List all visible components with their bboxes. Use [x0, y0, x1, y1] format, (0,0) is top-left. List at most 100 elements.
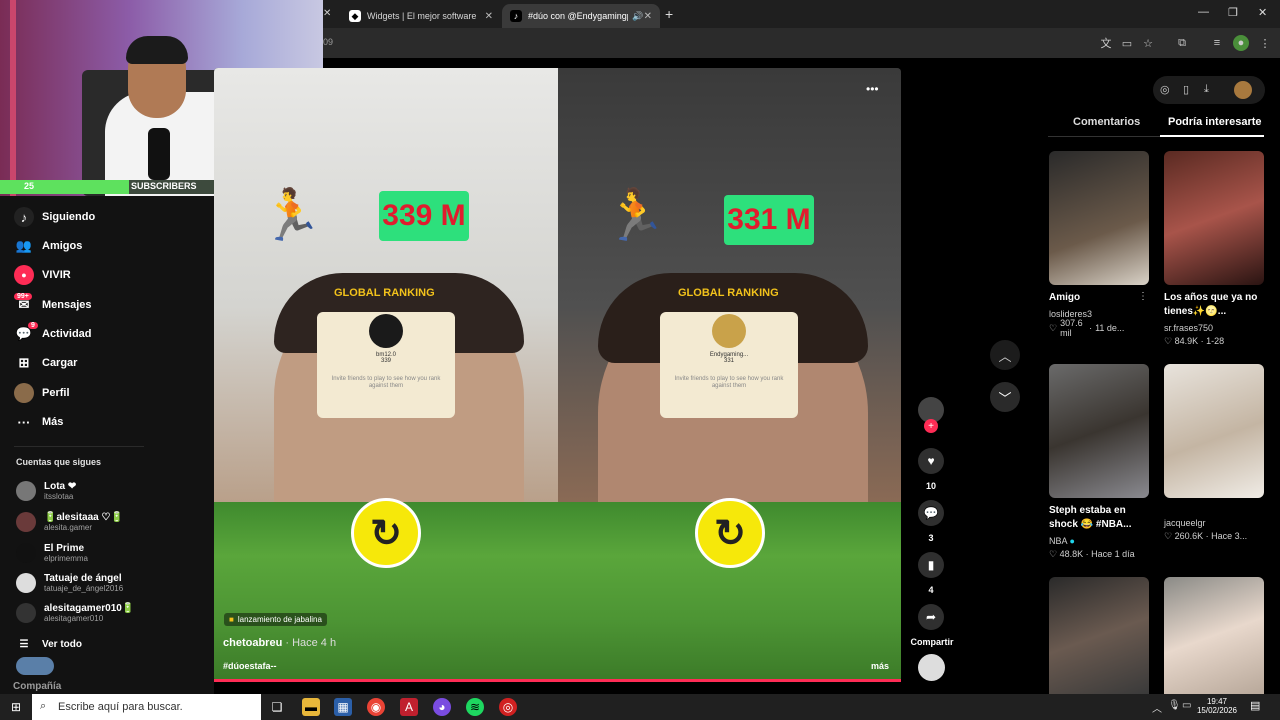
sidebar-item-friends[interactable]: 👥 Amigos: [14, 234, 82, 258]
taskbar-search-input[interactable]: ⌕ Escribe aquí para buscar.: [32, 694, 261, 720]
sound-disc-icon[interactable]: [918, 654, 945, 681]
followed-account[interactable]: Tatuaje de ángel tatuaje_de_ángel2016: [16, 569, 123, 597]
menu-dots-icon[interactable]: ⋮: [1257, 35, 1273, 51]
suggested-title[interactable]: Los años que ya no tienes✨🌝...: [1164, 291, 1264, 319]
tab-close-button[interactable]: ✕: [644, 11, 652, 22]
upload-icon: ⊞: [18, 355, 30, 370]
followed-account[interactable]: El Prime elprimemma: [16, 539, 88, 567]
file-explorer-icon[interactable]: ▬: [302, 698, 320, 716]
sidebar-item-more[interactable]: ··· Más: [14, 410, 64, 434]
sidebar-item-label: Más: [42, 416, 64, 428]
comment-icon[interactable]: 💬: [918, 500, 944, 526]
next-video-button[interactable]: ﹀: [990, 382, 1020, 412]
sidebar-item-following[interactable]: ♪ Siguiendo: [14, 205, 95, 229]
suggested-thumbnail[interactable]: [1049, 364, 1149, 498]
tab-tiktok[interactable]: ♪ #dúo con @Endygamingpr 🔊 ✕: [502, 4, 660, 28]
sidebar-item-profile[interactable]: Perfil: [14, 381, 70, 405]
minimize-button[interactable]: —: [1198, 6, 1209, 18]
speaker-icon[interactable]: 🔊: [632, 11, 643, 22]
share-icon[interactable]: ➦: [918, 604, 944, 630]
suggested-thumbnail[interactable]: [1164, 364, 1264, 498]
video-menu-icon[interactable]: •••: [866, 82, 879, 96]
effect-tag[interactable]: ■ lanzamiento de jabalina: [224, 613, 327, 626]
suggested-thumbnail[interactable]: [1049, 577, 1149, 694]
bookmark-star-icon[interactable]: ☆: [1140, 35, 1156, 51]
suggested-title[interactable]: Amigo: [1049, 291, 1149, 305]
download-icon[interactable]: ⤓: [1204, 83, 1209, 96]
sidebar-item-live[interactable]: ● VIVIR: [14, 263, 71, 287]
tab-widgets[interactable]: ◆ Widgets | El mejor software pa ✕: [341, 4, 501, 28]
javelin-thrower-icon: 🏃: [260, 187, 323, 243]
followed-account[interactable]: Lota ❤ itsslotaa: [16, 477, 76, 505]
sidebar-item-upload[interactable]: ⊞ Cargar: [14, 351, 78, 375]
suggested-author[interactable]: sr.frases750: [1164, 323, 1274, 333]
suggested-author[interactable]: NBA ●: [1049, 536, 1159, 546]
task-view-icon[interactable]: ❏: [268, 698, 286, 716]
options-icon[interactable]: ⋮: [1138, 291, 1148, 302]
followed-account[interactable]: 🔋alesitaaa ♡🔋 alesita.gamer: [16, 508, 123, 536]
tab-comments[interactable]: Comentarios: [1073, 116, 1140, 128]
chrome-icon[interactable]: ◉: [367, 698, 385, 716]
media-control-icon[interactable]: ≡: [1209, 35, 1225, 51]
translate-icon[interactable]: 文: [1098, 35, 1114, 51]
active-tab-indicator: [1160, 135, 1264, 137]
video-progress-bar[interactable]: [214, 679, 901, 682]
views-count: 307.6 mil: [1060, 318, 1083, 338]
video-author[interactable]: chetoabreu · Hace 4 h: [223, 637, 336, 649]
bookmark-icon[interactable]: ▮: [918, 552, 944, 578]
like-icon[interactable]: ♥: [918, 448, 944, 474]
sidebar-item-activity[interactable]: 💬 Actividad: [14, 322, 92, 346]
suggested-author[interactable]: jacqueelgr: [1164, 518, 1274, 528]
heart-icon: ♡: [1049, 322, 1058, 333]
new-tab-button[interactable]: +: [665, 6, 673, 22]
post-time: · Hace 4 h: [282, 637, 337, 649]
microphone-icon[interactable]: 🎙: [1168, 700, 1181, 711]
restore-button[interactable]: ❐: [1228, 6, 1238, 19]
url-text: 09: [323, 37, 334, 47]
suggested-meta: ♡ 260.6K · Hace 3...: [1164, 531, 1248, 541]
sidebar-item-label: Actividad: [42, 328, 92, 340]
compass-icon[interactable]: ◎: [1160, 83, 1170, 96]
obs-icon[interactable]: ◎: [499, 698, 517, 716]
tray-chevron-icon[interactable]: ︿: [1152, 700, 1162, 715]
avatar: [712, 314, 746, 348]
windows-start-icon[interactable]: ⊞: [7, 698, 25, 716]
suggested-title[interactable]: Steph estaba en shock 😂 #NBA...: [1049, 504, 1149, 532]
suggested-thumbnail[interactable]: [1164, 577, 1264, 694]
ranking-card: Endygaming... 331 Invite friends to play…: [660, 312, 798, 418]
extensions-icon[interactable]: ⧉: [1174, 35, 1190, 51]
store-icon[interactable]: ▦: [334, 698, 352, 716]
discord-icon[interactable]: ◕: [433, 698, 451, 716]
suggested-meta: ♡ 307.6 mil · 11 de...: [1049, 318, 1125, 338]
user-avatar[interactable]: [1234, 81, 1252, 99]
app-red-icon[interactable]: A: [400, 698, 418, 716]
phone-icon[interactable]: ▯: [1183, 83, 1189, 96]
spotify-icon[interactable]: ≋: [466, 698, 484, 716]
suggested-thumbnail[interactable]: [1049, 151, 1149, 285]
previous-video-button[interactable]: ︿: [990, 340, 1020, 370]
clock-date: 15/02/2026: [1196, 706, 1238, 715]
share-label: Compartir: [910, 637, 954, 647]
tab-suggested[interactable]: Podría interesarte: [1168, 116, 1262, 128]
card-score: 339: [380, 358, 391, 364]
follow-plus-icon[interactable]: +: [924, 419, 938, 433]
effect-icon: ■: [229, 615, 234, 624]
profile-avatar-icon[interactable]: ●: [1233, 35, 1249, 51]
tab-close-button[interactable]: ✕: [485, 11, 493, 22]
close-window-button[interactable]: ✕: [1258, 6, 1267, 19]
network-icon[interactable]: ▭: [1182, 700, 1191, 711]
followed-account[interactable]: alesitagamer010🔋 alesitagamer010: [16, 599, 134, 627]
see-all-link[interactable]: ☰ Ver todo: [14, 632, 83, 656]
tab-close-button[interactable]: ✕: [323, 8, 331, 19]
more-link[interactable]: más: [871, 661, 889, 671]
notifications-icon[interactable]: ▤: [1250, 699, 1260, 712]
video-hashtag[interactable]: #dúoestafa--: [223, 661, 277, 671]
cast-icon[interactable]: ▭: [1119, 35, 1135, 51]
suggested-thumbnail[interactable]: [1164, 151, 1264, 285]
suggested-meta: ♡ 48.8K · Hace 1 día: [1049, 549, 1135, 559]
company-link[interactable]: Compañía: [13, 681, 61, 692]
video-player[interactable]: 🏃 🏃 339 M 331 M GLOBAL RANKING GLOBAL RA…: [214, 68, 901, 682]
toggle-widget[interactable]: [16, 657, 54, 675]
views-count: 48.8K: [1059, 549, 1084, 559]
clock[interactable]: 19:47 15/02/2026: [1193, 697, 1241, 715]
